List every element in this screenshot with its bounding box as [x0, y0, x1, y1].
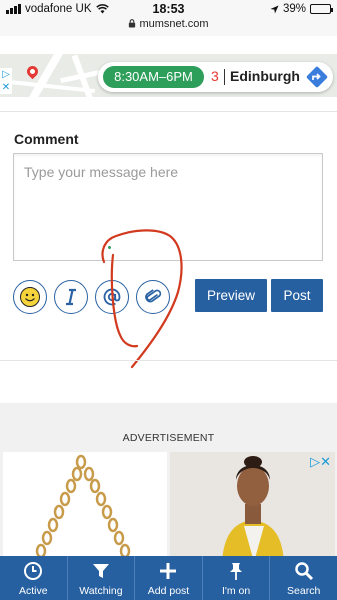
pill-divider — [224, 69, 225, 85]
opening-hours: 8:30AM–6PM — [103, 66, 204, 88]
advertisement-label: ADVERTISEMENT — [122, 432, 215, 444]
mention-button[interactable] — [95, 280, 129, 314]
paperclip-icon — [145, 289, 162, 303]
status-bar: vodafone UK 18:53 39% mumsnet.com — [0, 0, 337, 36]
location-arrow-icon — [270, 4, 279, 14]
clock-icon — [24, 562, 43, 580]
nav-im-on[interactable]: I'm on — [203, 556, 271, 600]
store-hours-pill[interactable]: 8:30AM–6PM 3 Edinburgh — [98, 62, 333, 92]
ad-image-necklace[interactable] — [3, 452, 167, 562]
map-pin-icon — [24, 63, 41, 80]
nav-active[interactable]: Active — [0, 556, 68, 600]
annotation-dot — [108, 246, 111, 249]
ad-close-icon[interactable]: ▷✕ — [310, 454, 331, 470]
mumsnet-mobile-page: vodafone UK 18:53 39% mumsnet.com ▷ ✕ 8:3… — [0, 0, 337, 600]
address-bar[interactable]: mumsnet.com — [0, 18, 337, 30]
battery-percent: 39% — [282, 3, 306, 15]
smiley-icon — [20, 287, 40, 307]
at-icon — [103, 288, 121, 306]
comment-label: Comment — [14, 131, 79, 147]
ad-image-model[interactable]: ▷✕ — [170, 452, 335, 562]
pin-icon — [230, 563, 243, 580]
status-right: 39% — [270, 3, 333, 15]
nav-label: Active — [19, 585, 48, 597]
store-city: Edinburgh — [230, 68, 300, 84]
map-ad-banner[interactable]: ▷ ✕ 8:30AM–6PM 3 Edinburgh — [0, 54, 337, 97]
nav-search[interactable]: Search — [270, 556, 337, 600]
necklace-image — [35, 454, 131, 559]
section-divider — [0, 111, 337, 112]
plus-icon — [160, 563, 177, 579]
nav-add-post[interactable]: Add post — [135, 556, 203, 600]
emoji-button[interactable] — [13, 280, 47, 314]
attach-button[interactable] — [136, 280, 170, 314]
nav-label: I'm on — [221, 585, 251, 597]
bottom-nav: Active Watching Add post I'm on Search — [0, 556, 337, 600]
lock-icon — [129, 19, 136, 28]
post-button[interactable]: Post — [271, 279, 323, 312]
nav-label: Search — [287, 585, 321, 597]
battery-icon — [310, 4, 333, 14]
section-divider — [0, 360, 337, 361]
preview-button[interactable]: Preview — [195, 279, 267, 312]
italic-button[interactable] — [54, 280, 88, 314]
url-text: mumsnet.com — [139, 18, 209, 30]
directions-icon[interactable] — [306, 66, 328, 88]
store-count: 3 — [211, 68, 219, 84]
nav-label: Watching — [79, 585, 123, 597]
filter-icon — [92, 564, 109, 578]
italic-icon — [66, 288, 76, 306]
comment-textarea[interactable] — [13, 153, 323, 261]
ad-choices-icon[interactable]: ▷ ✕ — [0, 68, 12, 94]
search-icon — [294, 562, 313, 581]
nav-label: Add post — [147, 585, 190, 597]
nav-watching[interactable]: Watching — [68, 556, 136, 600]
